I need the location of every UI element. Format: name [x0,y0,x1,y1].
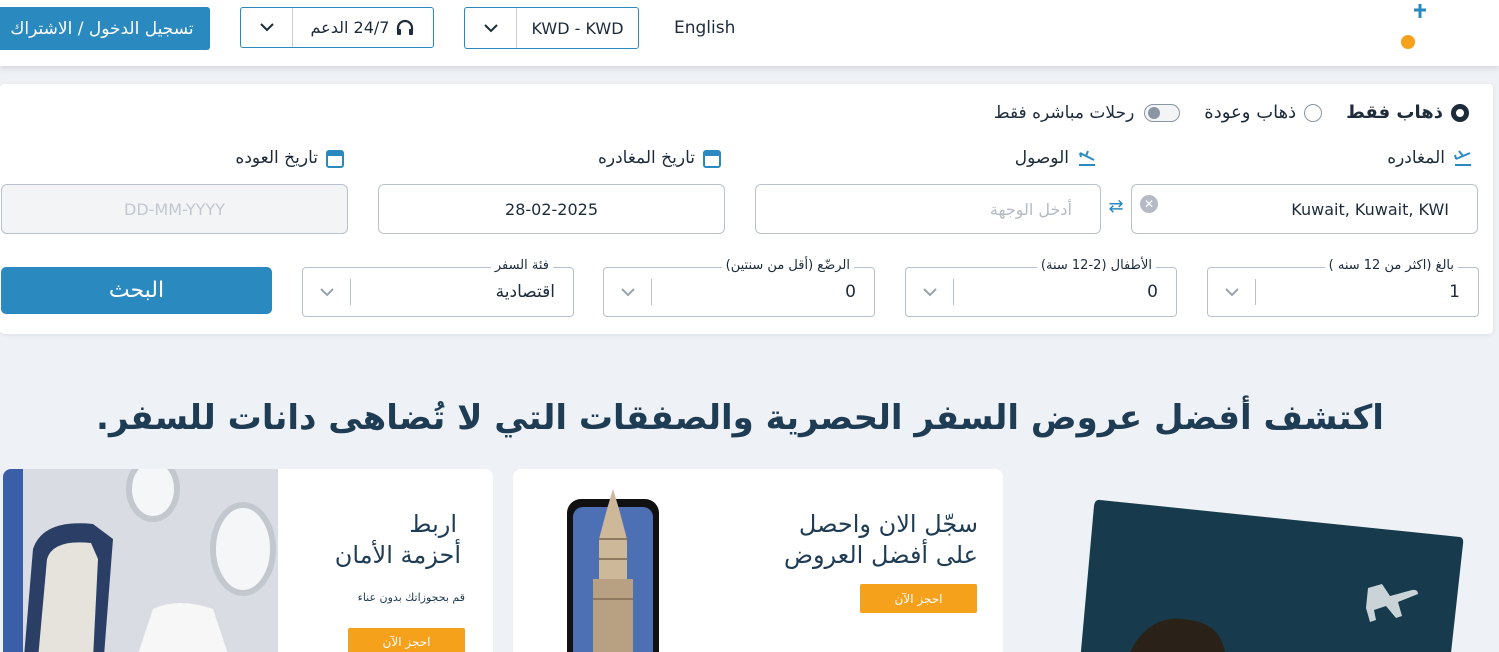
from-input[interactable]: Kuwait, Kuwait, KWI ✕ [1131,184,1478,234]
chevron-down-icon [241,8,293,47]
return-date-placeholder: DD-MM-YYYY [124,199,225,219]
adults-label: بالغ (اكثر من 12 سنه ) [1324,258,1458,273]
from-label-text: المغادره [1387,148,1445,168]
chevron-down-icon [465,8,517,48]
book-now-button[interactable]: احجز الآن [860,584,977,613]
clear-icon[interactable]: ✕ [1140,195,1158,213]
calendar-icon [703,150,721,168]
currency-label: KWD - KWD [531,18,624,38]
depart-label-text: تاريخ المغادره [597,148,695,168]
passport-image [1080,499,1464,652]
radio-dot [1304,103,1323,122]
takeoff-icon [1454,150,1471,166]
return-date-input[interactable]: DD-MM-YYYY [1,184,348,234]
support-label: 24/7 الدعم [310,18,390,37]
children-value: 0 [1147,282,1158,302]
children-select[interactable]: الأطفال (2-12 سنة) 0 [905,258,1177,317]
headset-icon [397,19,414,35]
airplane-cabin-image [3,469,278,652]
toggle-switch[interactable] [1144,103,1181,122]
infants-value: 0 [845,282,856,302]
adults-select[interactable]: بالغ (اكثر من 12 سنه ) 1 [1207,258,1479,317]
promo-title: اربط أحزمة الأمان [335,509,461,571]
language-switch[interactable]: English [674,18,735,38]
chevron-down-icon[interactable] [906,279,954,305]
cabin-class-label: فئة السفر [490,258,553,273]
depart-date-value: 28-02-2025 [505,199,598,219]
depart-date-label: تاريخ المغادره [598,148,721,168]
radio-round-trip[interactable]: ذهاب وعودة [1204,102,1323,123]
adults-value: 1 [1449,282,1460,302]
cabin-class-value: اقتصادية [495,282,555,302]
infants-select[interactable]: الرضّع (أقل من سنتين) 0 [603,258,875,317]
calendar-icon [326,150,344,168]
support-dropdown[interactable]: 24/7 الدعم [240,7,434,48]
infants-label: الرضّع (أقل من سنتين) [721,258,854,273]
svg-text:دانات: دانات [1492,21,1494,62]
book-now-button[interactable]: احجز الآن [348,628,465,652]
promo-title-line1: سجّل الان واحصل [798,510,978,538]
children-label: الأطفال (2-12 سنة) [1036,258,1156,273]
promo-title-line2: على أفضل العروض [783,541,978,570]
promo-card-signup[interactable]: سجّل الان واحصل على أفضل العروض احجز الآ… [513,469,1003,652]
return-label-text: تاريخ العوده [235,148,318,168]
page-headline: اكتشف أفضل عروض السفر الحصرية والصفقات ا… [96,398,1384,438]
flight-search-panel: ذهاب فقط ذهاب وعودة رحلات مباشره فقط الم… [0,84,1493,334]
login-signup-button[interactable]: تسجيل الدخول / الاشتراك [0,7,210,50]
direct-flights-toggle[interactable]: رحلات مباشره فقط [993,102,1181,123]
chevron-down-icon[interactable] [604,279,652,305]
currency-dropdown[interactable]: KWD - KWD [464,7,639,49]
radio-round-trip-label: ذهاب وعودة [1204,102,1297,123]
phone-tower-image [567,489,659,652]
promo-subtitle: قم بحجوزاتك بدون عناء [357,591,465,604]
to-placeholder: أدخل الوجهة [989,199,1072,219]
radio-dot [1451,103,1469,122]
top-header: تسجيل الدخول / الاشتراك 24/7 الدعم KWD -… [0,0,1499,66]
radio-one-way-label: ذهاب فقط [1346,102,1443,123]
landing-icon [1079,150,1095,166]
return-date-label: تاريخ العوده [235,148,344,168]
promo-title-line2: أحزمة الأمان [334,541,461,570]
to-label: الوصول [1015,148,1097,168]
chevron-down-icon[interactable] [1208,279,1256,305]
promo-title: سجّل الان واحصل على أفضل العروض [784,509,978,571]
direct-flights-label: رحلات مباشره فقط [993,102,1135,123]
search-button[interactable]: البحث [1,267,272,314]
to-input[interactable]: أدخل الوجهة [755,184,1101,234]
from-label: المغادره [1387,148,1473,168]
trip-type-row: ذهاب فقط ذهاب وعودة رحلات مباشره فقط [994,102,1469,123]
to-label-text: الوصول [1014,148,1069,168]
depart-date-input[interactable]: 28-02-2025 [378,184,725,234]
danat-logo[interactable]: دانات [1390,0,1499,65]
chevron-down-icon[interactable] [303,279,351,305]
promo-card-seatbelt[interactable]: اربط أحزمة الأمان قم بحجوزاتك بدون عناء … [3,469,493,652]
from-value: Kuwait, Kuwait, KWI [1291,199,1449,219]
swap-icon[interactable]: ⇄ [1104,194,1128,218]
promo-title-line1: اربط [409,510,457,538]
cabin-class-select[interactable]: فئة السفر اقتصادية [302,258,574,317]
radio-one-way[interactable]: ذهاب فقط [1346,102,1469,123]
